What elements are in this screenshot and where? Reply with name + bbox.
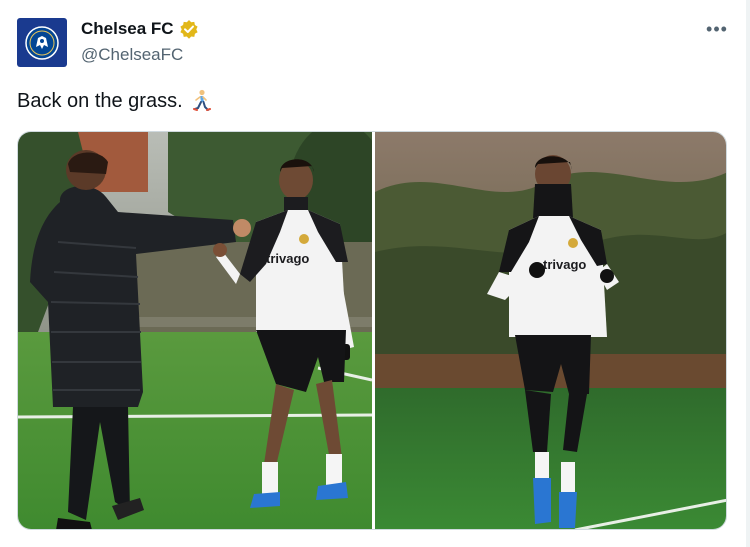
verified-badge-icon[interactable] <box>179 19 199 39</box>
tweet-text-row: Back on the grass. <box>17 89 211 113</box>
tweet-text: Back on the grass. <box>17 89 183 112</box>
timeline-divider <box>746 0 750 547</box>
chelsea-crest-icon <box>25 25 59 60</box>
account-handle[interactable]: @ChelseaFC <box>81 45 183 65</box>
photo-fist-bump-image: trivago <box>18 132 372 529</box>
photo-running[interactable]: trivago <box>375 132 726 529</box>
avatar[interactable] <box>17 18 67 67</box>
media-grid: trivago trivago <box>17 131 727 530</box>
svg-text:trivago: trivago <box>543 257 586 272</box>
runner-emoji-icon <box>192 89 211 111</box>
tweet-card: Chelsea FC @ChelseaFC ••• Back on the gr… <box>0 0 750 547</box>
more-options-button[interactable]: ••• <box>704 18 730 40</box>
photo-running-image: trivago <box>375 132 726 529</box>
display-name[interactable]: Chelsea FC <box>81 19 174 39</box>
svg-text:trivago: trivago <box>266 251 309 266</box>
photo-fist-bump[interactable]: trivago <box>18 132 372 529</box>
